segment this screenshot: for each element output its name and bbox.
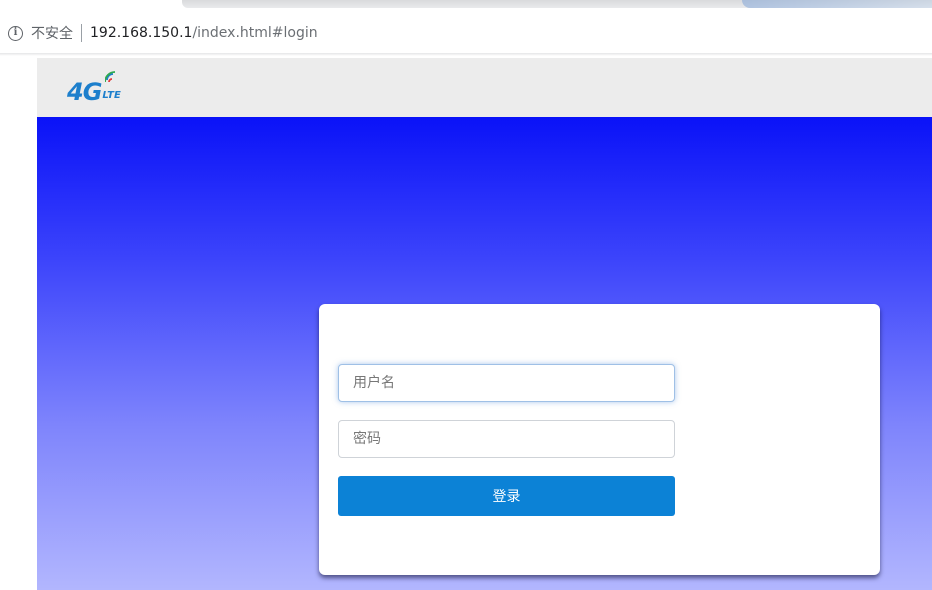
page-header: 4G LTE [37, 58, 932, 117]
username-input[interactable] [338, 364, 675, 402]
address-divider [81, 24, 82, 42]
info-icon[interactable]: i [8, 25, 23, 41]
password-input[interactable] [338, 420, 675, 458]
security-label[interactable]: 不安全 [31, 23, 73, 43]
address-bar[interactable]: i 不安全 192.168.150.1/index.html#login [0, 17, 932, 49]
login-button[interactable]: 登录 [338, 476, 675, 516]
url-host[interactable]: 192.168.150.1 [90, 25, 192, 41]
url-path[interactable]: /index.html#login [192, 25, 317, 41]
signal-icon [105, 71, 116, 83]
logo: 4G LTE [67, 70, 121, 104]
login-card: 登录 [319, 304, 880, 575]
browser-tab-highlight [742, 0, 932, 8]
logo-lte-text: LTE [102, 90, 121, 101]
address-bar-shadow [0, 53, 932, 56]
logo-4g-text: 4G [67, 78, 102, 106]
browser-tab[interactable] [182, 0, 932, 8]
browser-tab-strip [0, 0, 932, 16]
